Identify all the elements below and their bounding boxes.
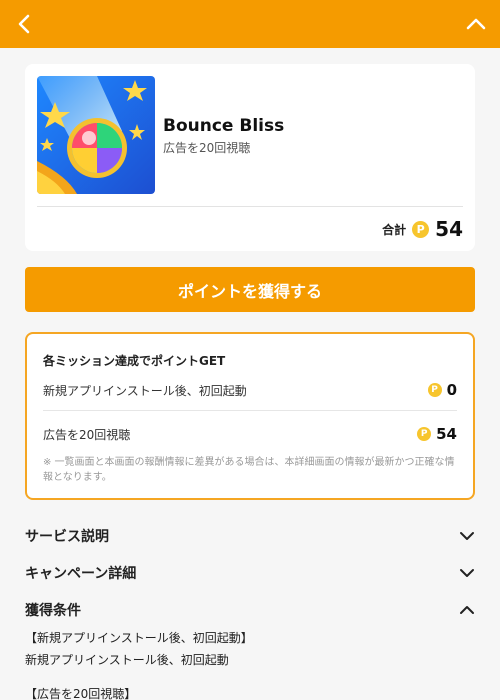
mission-item: 新規アプリインストール後、初回起動 P 0 <box>43 379 457 401</box>
mission-item: 広告を20回視聴 P 54 <box>43 423 457 445</box>
top-bar <box>0 0 500 48</box>
mission-value: 0 <box>446 381 457 399</box>
condition-text: 新規アプリインストール後、初回起動 <box>25 653 229 667</box>
point-coin-icon: P <box>417 427 432 441</box>
total-value: 54 <box>435 217 463 241</box>
section-service-description[interactable]: サービス説明 <box>25 524 475 548</box>
mission-note: ※ 一覧画面と本画面の報酬情報に差異がある場合は、本詳細画面の情報が最新かつ正確… <box>43 457 455 483</box>
divider <box>37 206 463 207</box>
section-title: キャンペーン詳細 <box>25 566 137 582</box>
chevron-up-icon <box>460 606 474 614</box>
section-title: 獲得条件 <box>25 603 81 619</box>
mission-box: 各ミッション達成でポイントGET 新規アプリインストール後、初回起動 P 0 広… <box>25 332 475 500</box>
condition-heading: 【新規アプリインストール後、初回起動】 <box>25 631 253 645</box>
chevron-down-icon <box>460 532 474 540</box>
mission-title: 各ミッション達成でポイントGET <box>43 354 226 368</box>
section-acquisition-conditions[interactable]: 獲得条件 <box>25 598 475 622</box>
mission-points: P 0 <box>427 381 457 399</box>
section-campaign-details[interactable]: キャンペーン詳細 <box>25 561 475 585</box>
mission-label: 広告を20回視聴 <box>43 427 131 442</box>
point-coin-icon: P <box>412 220 430 238</box>
app-subtitle: 広告を20回視聴 <box>163 141 251 155</box>
divider <box>43 410 457 411</box>
mission-label: 新規アプリインストール後、初回起動 <box>43 383 247 398</box>
app-icon <box>37 76 155 194</box>
app-card: Bounce Bliss 広告を20回視聴 合計 P 54 <box>25 64 475 251</box>
section-title: サービス説明 <box>25 529 109 545</box>
point-coin-icon: P <box>427 383 442 397</box>
app-name: Bounce Bliss <box>163 116 285 136</box>
total-points: 合計 P 54 <box>382 216 463 242</box>
back-button[interactable] <box>0 0 48 48</box>
chevron-left-icon <box>18 14 30 34</box>
get-points-button[interactable]: ポイントを獲得する <box>25 267 475 312</box>
total-label: 合計 <box>382 222 407 237</box>
condition-heading: 【広告を20回視聴】 <box>25 687 137 700</box>
chevron-down-icon <box>460 569 474 577</box>
collapse-button[interactable] <box>452 0 500 48</box>
mission-points: P 54 <box>417 425 457 443</box>
chevron-up-icon <box>466 18 486 30</box>
mission-value: 54 <box>436 425 457 443</box>
